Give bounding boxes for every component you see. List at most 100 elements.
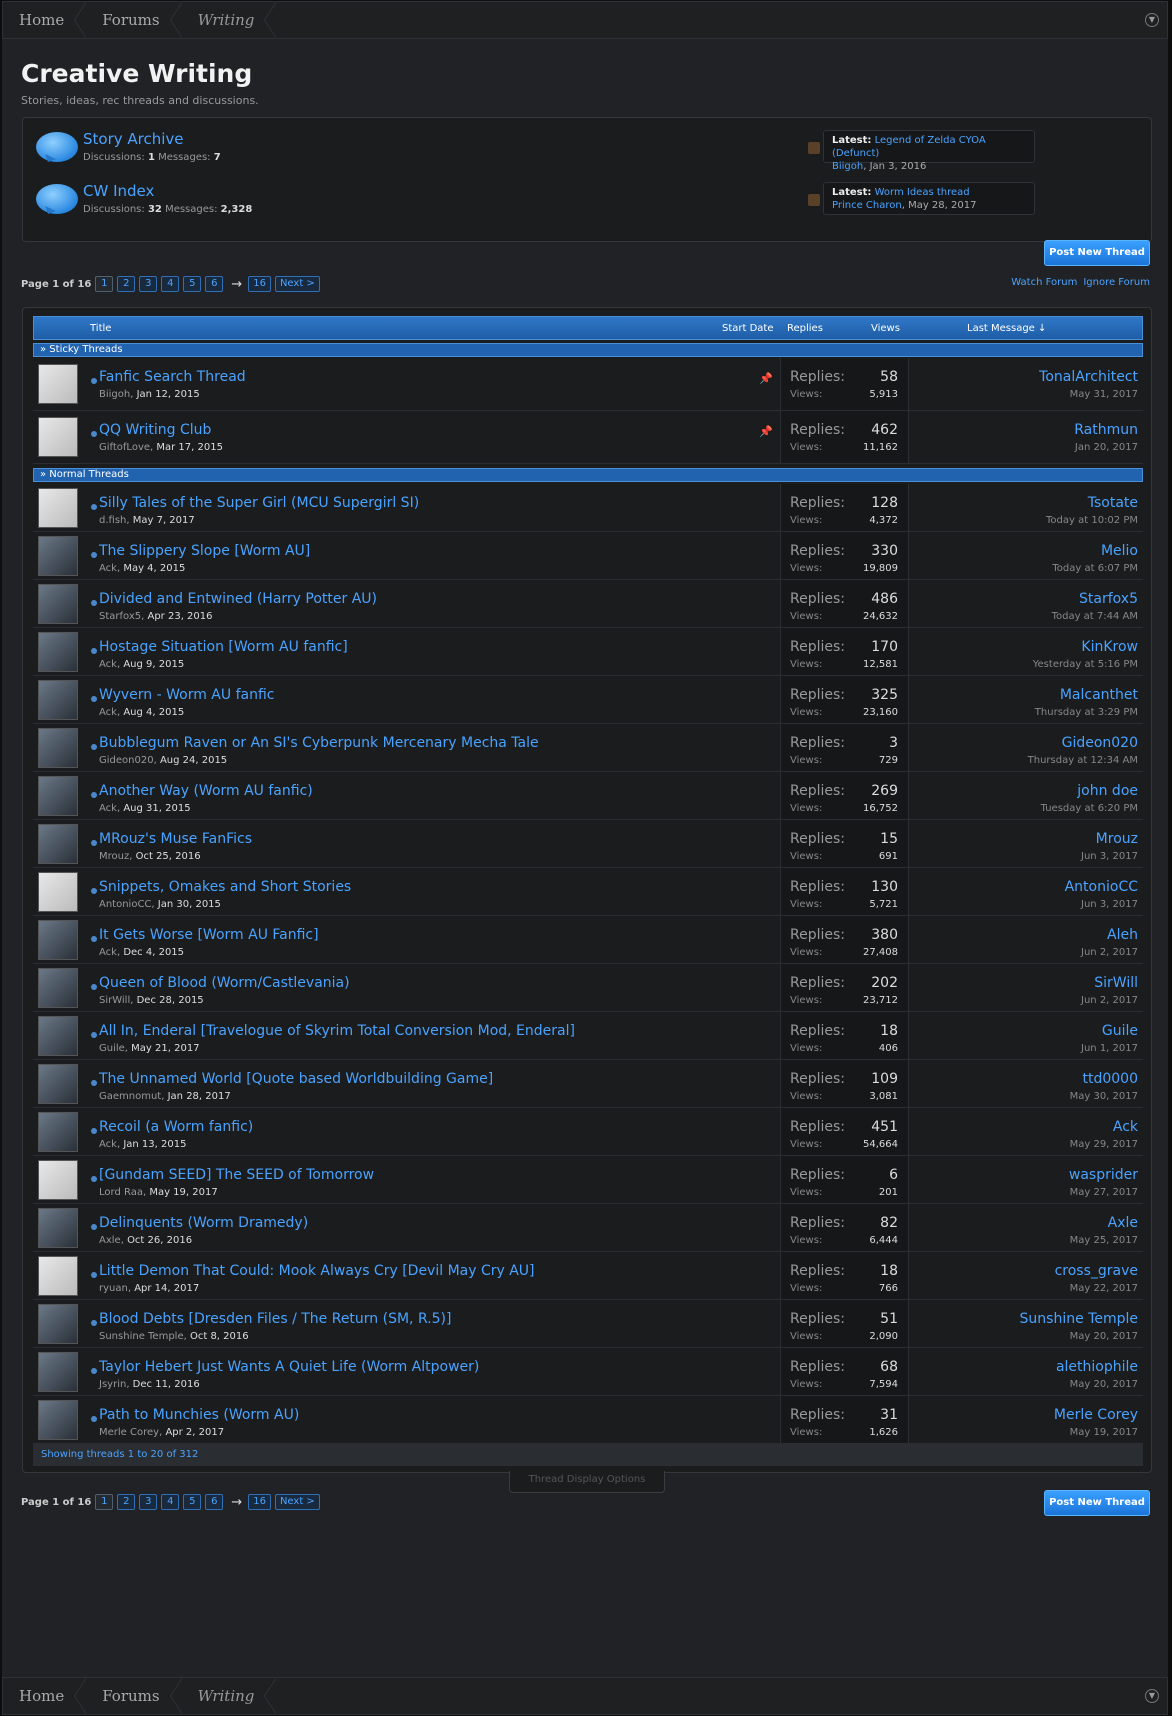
last-post-date[interactable]: Jun 2, 2017 <box>1081 995 1138 1006</box>
thread-author[interactable]: Ack <box>99 707 117 718</box>
last-post-date[interactable]: Yesterday at 5:16 PM <box>1033 659 1138 670</box>
thread-title[interactable]: QQ Writing Club <box>99 422 211 438</box>
last-poster[interactable]: Starfox5 <box>1079 591 1138 607</box>
breadcrumb-forums[interactable]: Forums <box>86 1678 182 1714</box>
thread-title[interactable]: Divided and Entwined (Harry Potter AU) <box>99 591 377 607</box>
last-post-date[interactable]: Today at 6:07 PM <box>1052 563 1138 574</box>
thread-title[interactable]: [Gundam SEED] The SEED of Tomorrow <box>99 1167 374 1183</box>
last-post-date[interactable]: Jun 2, 2017 <box>1081 947 1138 958</box>
last-post-date[interactable]: Jun 1, 2017 <box>1081 1043 1138 1054</box>
last-post-date[interactable]: Tuesday at 6:20 PM <box>1041 803 1138 814</box>
avatar[interactable] <box>38 1352 78 1392</box>
avatar[interactable] <box>38 680 78 720</box>
last-poster[interactable]: Malcanthet <box>1060 687 1138 703</box>
last-poster[interactable]: wasprider <box>1069 1167 1138 1183</box>
jump-menu-icon[interactable]: ▼ <box>1145 13 1159 27</box>
thread-author[interactable]: d.fish <box>99 515 126 526</box>
page-link[interactable]: 1 <box>95 1494 114 1510</box>
thread-title[interactable]: Queen of Blood (Worm/Castlevania) <box>99 975 350 991</box>
thread-author[interactable]: Ack <box>99 659 117 670</box>
thread-title[interactable]: Fanfic Search Thread <box>99 369 246 385</box>
rss-icon[interactable] <box>808 194 820 206</box>
avatar[interactable] <box>38 1400 78 1440</box>
last-post-date[interactable]: May 27, 2017 <box>1070 1187 1138 1198</box>
thread-title[interactable]: Little Demon That Could: Mook Always Cry… <box>99 1263 535 1279</box>
last-poster[interactable]: cross_grave <box>1055 1263 1138 1279</box>
thread-display-options[interactable]: Thread Display Options <box>509 1471 665 1493</box>
thread-author[interactable]: Lord Raa <box>99 1187 143 1198</box>
latest-user-link[interactable]: Prince Charon <box>832 200 902 211</box>
thread-author[interactable]: Sunshine Temple <box>99 1331 184 1342</box>
avatar[interactable] <box>38 536 78 576</box>
latest-user-link[interactable]: Biigoh <box>832 161 863 172</box>
last-post-date[interactable]: May 25, 2017 <box>1070 1235 1138 1246</box>
last-poster[interactable]: Mrouz <box>1096 831 1138 847</box>
page-link[interactable]: 2 <box>117 1494 136 1510</box>
last-post-date[interactable]: May 29, 2017 <box>1070 1139 1138 1150</box>
next-page-button[interactable]: Next > <box>274 276 320 292</box>
last-poster[interactable]: Gideon020 <box>1062 735 1138 751</box>
last-poster[interactable]: Sunshine Temple <box>1020 1311 1138 1327</box>
subforum-title[interactable]: Story Archive <box>83 130 184 148</box>
page-link[interactable]: 2 <box>117 276 136 292</box>
thread-author[interactable]: Biigoh <box>99 389 130 400</box>
avatar[interactable] <box>38 1016 78 1056</box>
breadcrumb-forums[interactable]: Forums <box>86 2 182 38</box>
avatar[interactable] <box>38 1160 78 1200</box>
last-poster[interactable]: Melio <box>1101 543 1138 559</box>
post-new-thread-button-bottom[interactable]: Post New Thread <box>1044 1490 1150 1516</box>
last-post-date[interactable]: May 20, 2017 <box>1070 1379 1138 1390</box>
thread-author[interactable]: ryuan <box>99 1283 128 1294</box>
avatar[interactable] <box>38 488 78 528</box>
avatar[interactable] <box>38 1064 78 1104</box>
last-post-date[interactable]: Jan 20, 2017 <box>1075 442 1138 453</box>
last-poster[interactable]: Merle Corey <box>1054 1407 1138 1423</box>
last-poster[interactable]: Axle <box>1108 1215 1138 1231</box>
last-poster[interactable]: AntonioCC <box>1065 879 1138 895</box>
thread-author[interactable]: SirWill <box>99 995 130 1006</box>
last-poster[interactable]: KinKrow <box>1081 639 1138 655</box>
avatar[interactable] <box>38 920 78 960</box>
page-link[interactable]: 1 <box>95 276 114 292</box>
column-last-message[interactable]: Last Message ↓ <box>967 323 1046 334</box>
breadcrumb-home[interactable]: Home <box>3 2 87 38</box>
last-post-date[interactable]: May 19, 2017 <box>1070 1427 1138 1438</box>
avatar[interactable] <box>38 632 78 672</box>
thread-title[interactable]: Path to Munchies (Worm AU) <box>99 1407 299 1423</box>
subforum-title[interactable]: CW Index <box>83 182 154 200</box>
thread-title[interactable]: Another Way (Worm AU fanfic) <box>99 783 313 799</box>
avatar[interactable] <box>38 1208 78 1248</box>
thread-title[interactable]: Bubblegum Raven or An SI's Cyberpunk Mer… <box>99 735 539 751</box>
last-post-date[interactable]: Thursday at 3:29 PM <box>1035 707 1138 718</box>
thread-author[interactable]: Ack <box>99 947 117 958</box>
thread-title[interactable]: Silly Tales of the Super Girl (MCU Super… <box>99 495 419 511</box>
thread-author[interactable]: Ack <box>99 563 117 574</box>
last-post-date[interactable]: May 30, 2017 <box>1070 1091 1138 1102</box>
last-poster[interactable]: Aleh <box>1107 927 1138 943</box>
next-page-button[interactable]: Next > <box>274 1494 320 1510</box>
page-link[interactable]: 4 <box>161 276 180 292</box>
last-poster[interactable]: ttd0000 <box>1083 1071 1139 1087</box>
thread-title[interactable]: Recoil (a Worm fanfic) <box>99 1119 253 1135</box>
last-poster[interactable]: TonalArchitect <box>1039 369 1138 385</box>
thread-title[interactable]: Wyvern - Worm AU fanfic <box>99 687 274 703</box>
last-post-date[interactable]: Today at 10:02 PM <box>1046 515 1138 526</box>
avatar[interactable] <box>38 776 78 816</box>
last-poster[interactable]: Rathmun <box>1074 422 1138 438</box>
thread-author[interactable]: Starfox5 <box>99 611 141 622</box>
avatar[interactable] <box>38 584 78 624</box>
last-poster[interactable]: alethiophile <box>1056 1359 1138 1375</box>
thread-author[interactable]: GiftofLove <box>99 442 150 453</box>
thread-author[interactable]: Gaemnomut <box>99 1091 161 1102</box>
thread-title[interactable]: Blood Debts [Dresden Files / The Return … <box>99 1311 451 1327</box>
last-post-date[interactable]: Jun 3, 2017 <box>1081 899 1138 910</box>
avatar[interactable] <box>38 968 78 1008</box>
last-post-date[interactable]: Today at 7:44 AM <box>1052 611 1138 622</box>
page-link[interactable]: 16 <box>248 276 271 292</box>
last-post-date[interactable]: Jun 3, 2017 <box>1081 851 1138 862</box>
jump-menu-icon[interactable]: ▼ <box>1145 1689 1159 1703</box>
breadcrumb-home[interactable]: Home <box>3 1678 87 1714</box>
thread-author[interactable]: Mrouz <box>99 851 129 862</box>
avatar[interactable] <box>38 824 78 864</box>
thread-author[interactable]: Ack <box>99 803 117 814</box>
